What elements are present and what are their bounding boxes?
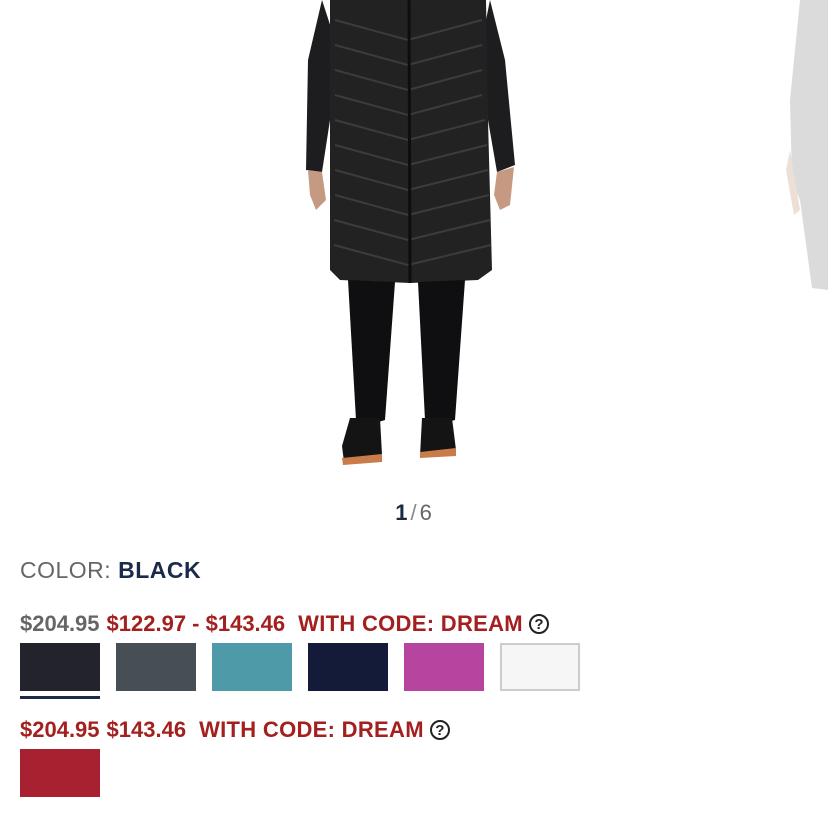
color-swatch-white[interactable] — [500, 643, 580, 691]
original-price: $204.95 — [20, 717, 100, 742]
color-label: COLOR: — [20, 557, 112, 583]
color-swatch-navy[interactable] — [308, 643, 388, 691]
promo-code-text: WITH CODE: DREAM — [199, 717, 424, 742]
pager-separator: / — [410, 500, 418, 525]
question-circle-icon[interactable]: ? — [528, 614, 549, 634]
sale-price: $122.97 - $143.46 — [106, 611, 286, 636]
question-circle-icon[interactable]: ? — [429, 720, 450, 740]
color-swatch-teal[interactable] — [212, 643, 292, 691]
pager-total: 6 — [419, 500, 433, 525]
promo-code-text: WITH CODE: DREAM — [298, 611, 523, 636]
product-photo[interactable] — [0, 0, 828, 480]
price-row-1: $204.95 $122.97 - $143.46 WITH CODE: DRE… — [20, 611, 549, 637]
selected-color: COLOR: BLACK — [20, 557, 201, 584]
color-value: BLACK — [118, 557, 202, 583]
original-price: $204.95 — [20, 611, 100, 636]
color-swatch-magenta[interactable] — [404, 643, 484, 691]
swatch-group-1 — [20, 643, 580, 699]
image-pager: 1/6 — [0, 500, 828, 526]
color-swatch-charcoal[interactable] — [116, 643, 196, 691]
color-swatch-black[interactable] — [20, 643, 100, 699]
pager-current: 1 — [395, 500, 409, 525]
swatch-group-2 — [20, 749, 100, 797]
sale-price: $143.46 — [106, 717, 187, 742]
coat-figure — [306, 0, 515, 465]
price-row-2: $204.95 $143.46 WITH CODE: DREAM ? — [20, 717, 450, 743]
next-slide-preview — [786, 0, 828, 290]
color-swatch-red[interactable] — [20, 749, 100, 797]
product-image-carousel[interactable] — [0, 0, 828, 480]
